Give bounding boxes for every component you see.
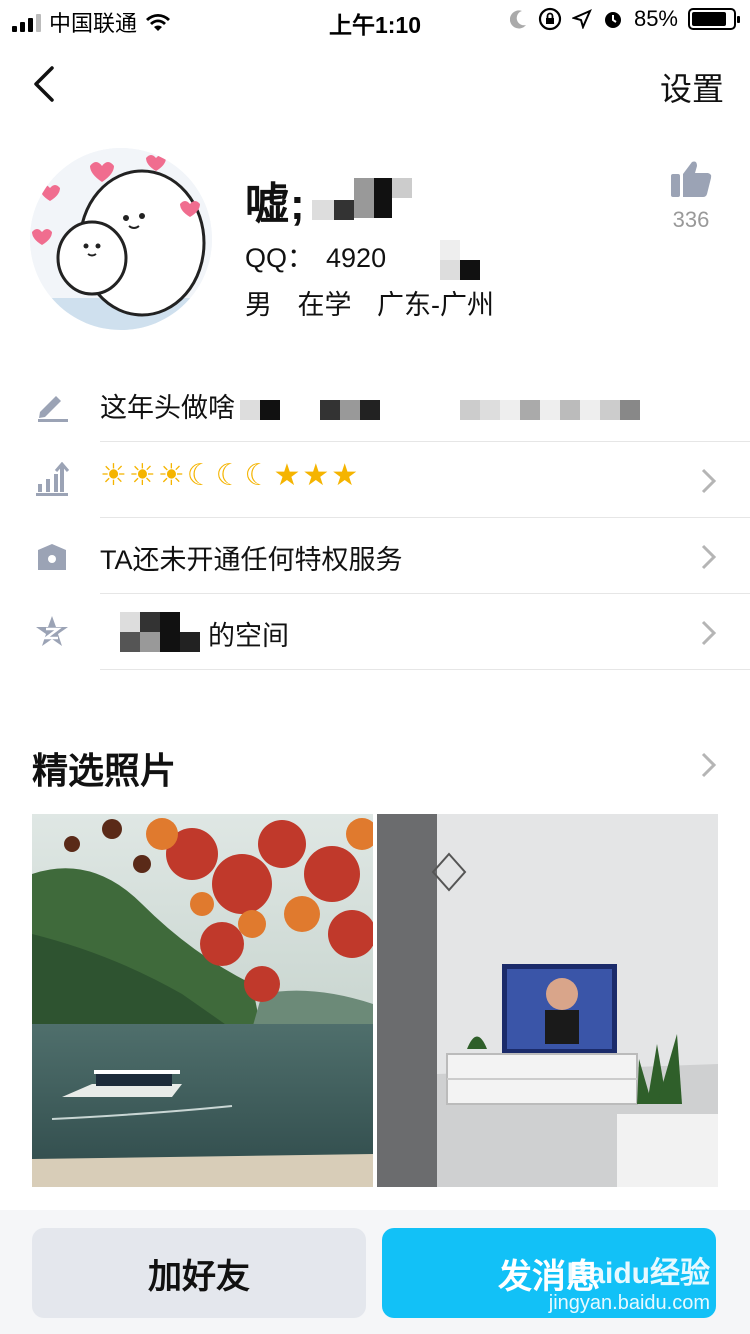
- space-mosaic: [120, 612, 200, 652]
- qq-value: 4920: [326, 243, 387, 273]
- photos-section-title: 精选照片: [32, 750, 177, 791]
- qzone-star-icon: [36, 616, 68, 646]
- location-icon: [571, 9, 592, 29]
- moon-level-icon: ☾: [244, 459, 274, 492]
- watermark-logo: Baidu经验: [566, 1257, 710, 1290]
- qzone-row[interactable]: 的空间: [0, 594, 750, 670]
- chevron-right-icon: [701, 620, 717, 646]
- profile-name: 嘘;: [245, 168, 306, 232]
- star-icon: ★: [302, 459, 332, 492]
- star-icon: ★: [331, 459, 361, 492]
- name-mosaic: [312, 178, 412, 220]
- star-icon: ★: [273, 459, 303, 492]
- signature-text: 这年头做啥: [100, 393, 235, 423]
- level-icons: ☀☀☀☾☾☾★★★: [100, 458, 360, 493]
- status-bar: 中国联通 上午1:10 85%: [0, 0, 750, 40]
- chevron-right-icon: [701, 468, 717, 494]
- settings-button[interactable]: 设置: [660, 64, 724, 110]
- like-count: 336: [672, 207, 710, 232]
- sun-icon: ☀: [128, 459, 158, 492]
- divider: [100, 669, 750, 670]
- avatar-illustration: [30, 148, 212, 330]
- edit-icon: [38, 396, 68, 422]
- signature-mosaic: [240, 400, 640, 420]
- space-text: 的空间: [208, 621, 289, 651]
- qq-label: QQ：: [245, 243, 315, 273]
- gender-tag: 男: [245, 290, 272, 320]
- sun-icon: ☀: [157, 459, 187, 492]
- watermark-url: jingyan.baidu.com: [548, 1292, 710, 1314]
- privilege-row[interactable]: TA还未开通任何特权服务: [0, 518, 750, 594]
- qq-number: QQ： 4920: [245, 236, 386, 275]
- thumbs-up-icon: [671, 161, 712, 197]
- baidu-watermark: Baidu经验 jingyan.baidu.com: [549, 1248, 710, 1315]
- battery-percent: 85%: [633, 6, 678, 31]
- nav-bar: 设置: [0, 50, 750, 120]
- photo-living-room-image: [377, 814, 718, 1187]
- rotation-lock-icon: [538, 7, 562, 31]
- profile-name-text: 嘘;: [245, 180, 306, 229]
- photo-river-image: [32, 814, 373, 1187]
- level-chart-icon: [36, 462, 70, 496]
- chevron-right-icon: [701, 544, 717, 570]
- privilege-text: TA还未开通任何特权服务: [100, 545, 403, 575]
- like-button[interactable]: 336: [666, 160, 716, 233]
- level-row[interactable]: ☀☀☀☾☾☾★★★: [0, 442, 750, 518]
- sun-icon: ☀: [100, 459, 129, 492]
- avatar[interactable]: [30, 148, 212, 330]
- battery-icon: [688, 8, 740, 30]
- photo-living-room[interactable]: [377, 814, 718, 1187]
- back-icon[interactable]: [28, 62, 68, 106]
- add-friend-button[interactable]: 加好友: [32, 1228, 366, 1318]
- moon-icon: [509, 10, 526, 29]
- moon-level-icon: ☾: [186, 459, 216, 492]
- location-tag: 广东-广州: [377, 290, 495, 320]
- moon-level-icon: ☾: [215, 459, 245, 492]
- chevron-right-icon[interactable]: [700, 750, 718, 780]
- status-tag: 在学: [297, 290, 352, 320]
- signature-row: 这年头做啥: [0, 366, 750, 442]
- alarm-icon: [604, 12, 621, 28]
- profile-tags: 男 在学 广东-广州: [245, 283, 494, 322]
- qq-mosaic: [440, 240, 480, 280]
- photo-river[interactable]: [32, 814, 373, 1187]
- crown-icon: [38, 544, 66, 570]
